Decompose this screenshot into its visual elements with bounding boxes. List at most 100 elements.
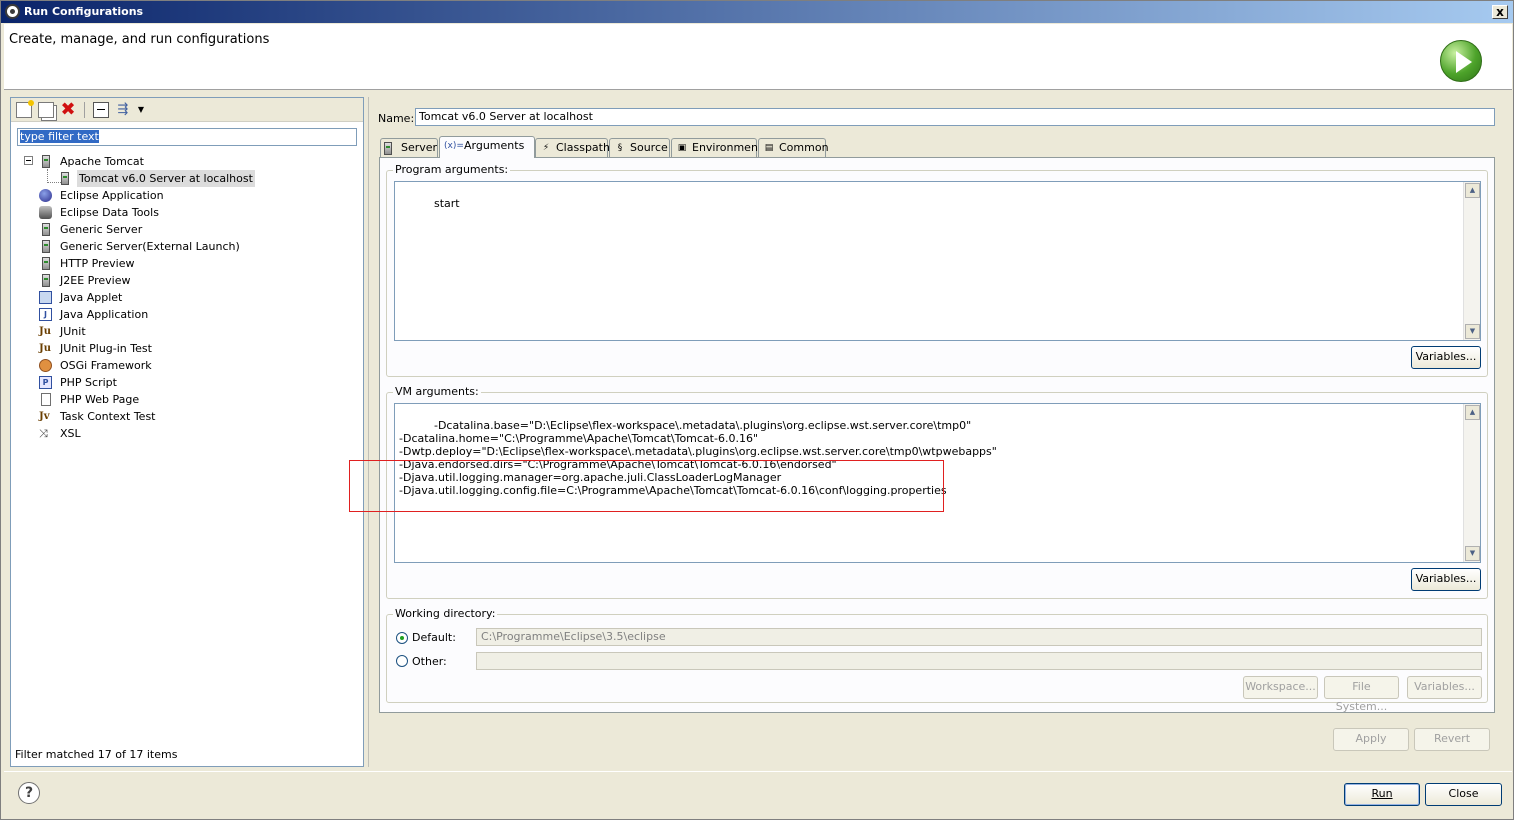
tab-environment[interactable]: ▣ Environment [671,138,762,158]
tab-label: Arguments [464,139,525,152]
name-label: Name: [378,112,415,125]
filter-input[interactable]: type filter text [17,128,357,146]
program-arguments-group: Program arguments: start ▲ ▼ Variables... [386,163,1488,377]
tree-item-label: Apache Tomcat [60,155,144,168]
scroll-up-icon[interactable]: ▲ [1465,405,1480,420]
scroll-down-icon[interactable]: ▼ [1465,546,1480,561]
tree-item-label: J2EE Preview [60,274,131,287]
tree-item-label: HTTP Preview [60,257,135,270]
chevron-down-icon[interactable]: ▼ [136,102,146,118]
filter-configurations-icon[interactable]: ⇶ [115,102,131,118]
file-system-button[interactable]: File System... [1324,676,1399,713]
classpath-icon: ⚡ [542,143,550,153]
close-button[interactable]: Close [1425,783,1502,806]
server-icon [42,240,50,253]
junit-plugin-icon: Ju [39,343,52,354]
eclipse-icon [39,189,52,202]
collapse-toggle-icon[interactable] [24,156,33,165]
run-button[interactable]: Run [1344,783,1420,806]
environment-icon: ▣ [677,143,687,153]
configuration-editor: Name: Tomcat v6.0 Server at localhost Se… [368,97,1512,767]
server-icon [384,142,392,155]
tab-server[interactable]: Server [380,138,438,158]
name-input[interactable]: Tomcat v6.0 Server at localhost [415,108,1495,126]
configuration-list-panel: ✖ ⇶ ▼ type filter text Apache Tomcat Tomc… [10,97,364,767]
server-icon [42,223,50,236]
tree-item-label: Task Context Test [60,410,156,423]
tree-item-label: JUnit Plug-in Test [60,342,152,355]
collapse-all-icon[interactable] [93,102,109,118]
tree-item-label: Generic Server(External Launch) [60,240,240,253]
filter-placeholder: type filter text [20,130,99,143]
osgi-icon [39,359,52,372]
run-icon [1440,40,1482,82]
program-arguments-label: Program arguments: [393,163,511,176]
footer-separator [4,771,1512,772]
eclipse-logo-icon [5,4,20,19]
delete-configuration-icon[interactable]: ✖ [60,101,76,119]
database-icon [39,206,52,219]
source-icon: § [617,143,623,153]
tree-item-label: JUnit [60,325,86,338]
other-radio[interactable] [396,655,408,667]
left-toolbar: ✖ ⇶ ▼ [11,98,363,122]
new-configuration-icon[interactable] [16,100,34,118]
default-label: Default: [412,631,456,644]
tree-item-label: PHP Web Page [60,393,140,406]
program-arguments-textarea[interactable]: start ▲ ▼ [394,181,1481,341]
scroll-down-icon[interactable]: ▼ [1465,324,1480,339]
window-title: Run Configurations [24,5,144,18]
program-arguments-text: start [433,197,460,210]
xsl-icon: ⤨ [39,427,48,440]
revert-button[interactable]: Revert [1414,728,1490,751]
tab-label: Environment [692,141,763,154]
tab-arguments[interactable]: (x)= Arguments [439,136,535,158]
scroll-up-icon[interactable]: ▲ [1465,183,1480,198]
working-dir-variables-button[interactable]: Variables... [1407,676,1482,699]
dialog-header: Create, manage, and run configurations [4,24,1512,90]
window-close-button[interactable]: x [1492,5,1508,19]
header-title: Create, manage, and run configurations [9,32,270,47]
tree-item-label: OSGi Framework [60,359,152,372]
vm-variables-button[interactable]: Variables... [1411,568,1481,591]
working-directory-group: Working directory: Default: C:\Programme… [386,607,1488,713]
server-icon [42,257,50,270]
java-app-icon: J [39,308,52,321]
tree-item-label: Eclipse Data Tools [60,206,159,219]
tree-item-label: Java Applet [60,291,123,304]
program-variables-button[interactable]: Variables... [1411,346,1481,369]
tree-connector [47,169,48,183]
vm-arguments-label: VM arguments: [393,385,481,398]
tab-label: Server [401,141,438,154]
program-args-scrollbar[interactable]: ▲ ▼ [1463,182,1480,340]
annotation-highlight [349,460,944,512]
workspace-button[interactable]: Workspace... [1243,676,1318,699]
php-web-icon [41,393,51,406]
toolbar-separator [84,102,85,118]
tree-item-label: Generic Server [60,223,143,236]
tab-label: Common [779,141,829,154]
common-icon: ▤ [764,143,774,153]
vm-args-scrollbar[interactable]: ▲ ▼ [1463,404,1480,562]
tab-label: Source [630,141,668,154]
duplicate-configuration-icon[interactable] [38,102,54,118]
tree-connector [47,182,61,183]
filter-status: Filter matched 17 of 17 items [15,748,178,761]
arguments-icon: (x)= [444,141,464,151]
other-label: Other: [412,655,447,668]
server-icon [42,274,50,287]
tab-source[interactable]: § Source [609,138,670,158]
tab-label: Classpath [556,141,610,154]
tree-item-label: Java Application [60,308,149,321]
default-radio[interactable] [396,632,408,644]
tree-item-label: XSL [60,427,81,440]
default-directory-input: C:\Programme\Eclipse\3.5\eclipse [476,628,1482,646]
title-bar: Run Configurations x [1,1,1513,23]
tab-common[interactable]: ▤ Common [758,138,829,158]
help-icon[interactable]: ? [18,782,40,804]
apply-button[interactable]: Apply [1333,728,1409,751]
tab-classpath[interactable]: ⚡ Classpath [535,138,610,158]
php-script-icon: P [39,376,52,389]
task-context-icon: Jv [39,411,50,422]
other-directory-input[interactable] [476,652,1482,670]
